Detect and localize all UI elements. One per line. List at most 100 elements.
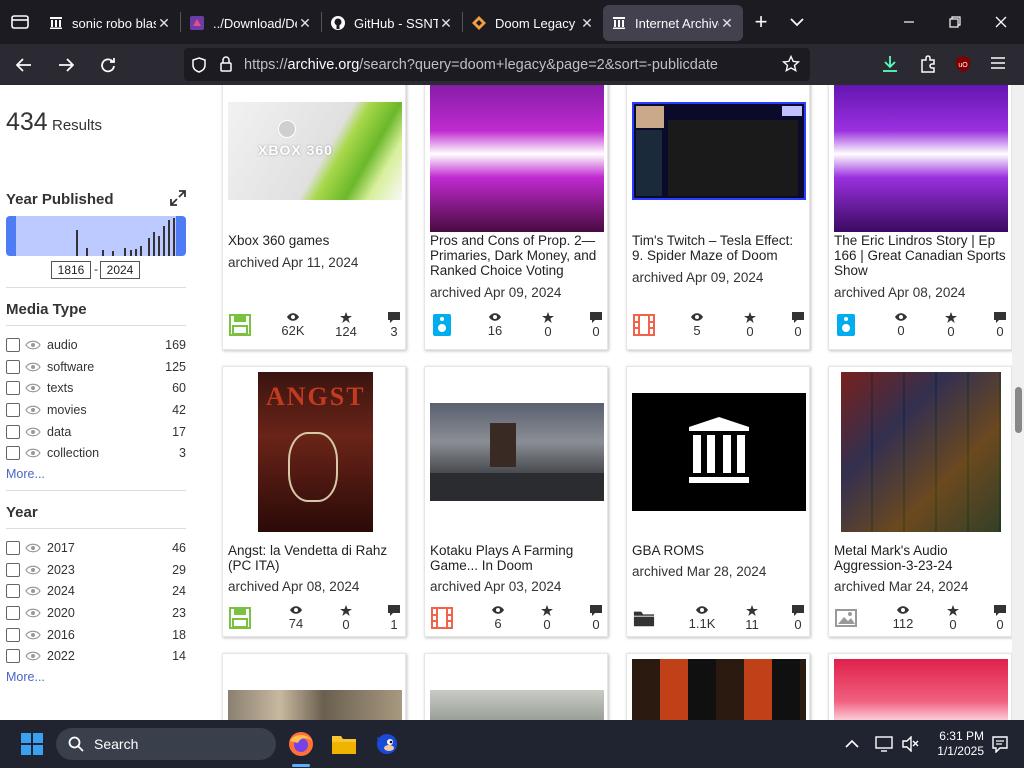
tab-close-icon[interactable]: ✕ <box>719 15 735 32</box>
facet-year-2022[interactable]: 2022 14 <box>6 646 186 666</box>
tab-4-active[interactable]: Internet Archive ✕ <box>603 5 743 41</box>
checkbox[interactable] <box>6 360 20 374</box>
tab-3[interactable]: Doom Legacy d ✕ <box>463 5 603 41</box>
checkbox[interactable] <box>6 649 20 663</box>
back-button[interactable] <box>6 49 42 81</box>
tile-thumbnail[interactable] <box>430 403 604 501</box>
checkbox[interactable] <box>6 381 20 395</box>
tile-thumbnail[interactable] <box>632 659 806 720</box>
result-tile[interactable]: Kotaku Plays A Farming Game... In Doom a… <box>424 366 608 637</box>
eye-icon[interactable] <box>25 339 41 351</box>
result-tile[interactable]: GBA ROMS archived Mar 28, 2024 1.1K 11 0 <box>626 366 810 637</box>
tile-title[interactable]: Kotaku Plays A Farming Game... In Doom <box>430 543 606 573</box>
result-tile[interactable] <box>828 653 1012 720</box>
tracking-shield-icon[interactable] <box>192 57 206 78</box>
year-histogram[interactable] <box>6 216 186 256</box>
tab-close-icon[interactable]: ✕ <box>438 15 454 32</box>
facet-year-2023[interactable]: 2023 29 <box>6 560 186 580</box>
result-tile[interactable]: The Eric Lindros Story | Ep 166 | Great … <box>828 85 1012 350</box>
forward-button[interactable] <box>48 49 84 81</box>
checkbox[interactable] <box>6 446 20 460</box>
eye-icon[interactable] <box>25 404 41 416</box>
more-years-link[interactable]: More... <box>6 670 45 684</box>
tile-thumbnail[interactable] <box>834 659 1008 720</box>
taskbar-firefox[interactable] <box>285 728 317 760</box>
tile-thumbnail[interactable] <box>430 85 604 232</box>
lock-icon[interactable] <box>220 56 232 77</box>
notifications-button[interactable] <box>984 728 1016 760</box>
new-tab-button[interactable]: + <box>743 4 779 40</box>
result-tile[interactable] <box>626 653 810 720</box>
show-hidden-icons-button[interactable] <box>836 728 868 760</box>
tab-close-icon[interactable]: ✕ <box>297 15 313 32</box>
expand-histogram-button[interactable] <box>170 190 186 211</box>
facet-mediatype-texts[interactable]: texts 60 <box>6 378 186 398</box>
scrollbar-thumb[interactable] <box>1015 387 1022 433</box>
restore-button[interactable] <box>932 0 978 44</box>
histogram-left-handle[interactable] <box>6 216 16 256</box>
facet-mediatype-data[interactable]: data 17 <box>6 422 186 442</box>
histogram-right-handle[interactable] <box>176 216 186 256</box>
tile-title[interactable]: Metal Mark's Audio Aggression-3-23-24 <box>834 543 1010 573</box>
year-from-input[interactable]: 1816 <box>51 261 91 279</box>
list-all-tabs-button[interactable] <box>779 4 815 40</box>
url-bar[interactable]: https://archive.org/search?query=doom+le… <box>184 48 810 81</box>
facet-mediatype-audio[interactable]: audio 169 <box>6 335 186 355</box>
facet-mediatype-software[interactable]: software 125 <box>6 357 186 377</box>
facet-year-2020[interactable]: 2020 23 <box>6 603 186 623</box>
url-text[interactable]: https://archive.org/search?query=doom+le… <box>244 57 718 73</box>
tile-thumbnail[interactable]: XBOX 360 <box>228 102 402 200</box>
bookmark-star-icon[interactable] <box>781 54 801 78</box>
tile-thumbnail[interactable] <box>632 102 806 200</box>
eye-icon[interactable] <box>25 629 41 641</box>
facet-mediatype-movies[interactable]: movies 42 <box>6 400 186 420</box>
close-window-button[interactable] <box>978 0 1024 44</box>
minimize-button[interactable] <box>886 0 932 44</box>
facet-year-2016[interactable]: 2016 18 <box>6 625 186 645</box>
tile-thumbnail[interactable] <box>834 85 1008 232</box>
facet-year-2024[interactable]: 2024 24 <box>6 581 186 601</box>
tile-thumbnail[interactable]: ANGST <box>258 372 373 532</box>
eye-icon[interactable] <box>25 650 41 662</box>
tile-title[interactable]: GBA ROMS <box>632 543 808 558</box>
taskbar-clock[interactable]: 6:31 PM 1/1/2025 <box>928 729 984 759</box>
checkbox[interactable] <box>6 584 20 598</box>
result-tile[interactable]: Tim's Twitch – Tesla Effect: 9. Spider M… <box>626 85 810 350</box>
start-button[interactable] <box>16 728 48 760</box>
eye-icon[interactable] <box>25 447 41 459</box>
eye-icon[interactable] <box>25 607 41 619</box>
result-tile[interactable]: ANGST Angst: la Vendetta di Rahz (PC ITA… <box>222 366 406 637</box>
eye-icon[interactable] <box>25 382 41 394</box>
tile-thumbnail[interactable] <box>430 690 604 720</box>
tile-thumbnail[interactable] <box>841 372 1001 532</box>
checkbox[interactable] <box>6 606 20 620</box>
ublock-origin-button[interactable]: uO <box>954 55 972 78</box>
result-tile[interactable]: XBOX 360 Xbox 360 games archived Apr 11,… <box>222 85 406 350</box>
tile-title[interactable]: The Eric Lindros Story | Ep 166 | Great … <box>834 233 1010 278</box>
firefox-view-button[interactable] <box>0 0 40 44</box>
downloads-button[interactable] <box>880 54 900 79</box>
taskbar-search[interactable]: Search <box>56 728 276 760</box>
result-tile[interactable] <box>222 653 406 720</box>
checkbox[interactable] <box>6 628 20 642</box>
result-tile[interactable]: Metal Mark's Audio Aggression-3-23-24 ar… <box>828 366 1012 637</box>
result-tile[interactable]: Pros and Cons of Prop. 2—Primaries, Dark… <box>424 85 608 350</box>
tab-1[interactable]: ../Download/De ✕ <box>181 5 321 41</box>
checkbox[interactable] <box>6 403 20 417</box>
tile-thumbnail[interactable] <box>228 690 402 720</box>
year-to-input[interactable]: 2024 <box>100 261 140 279</box>
result-tile[interactable] <box>424 653 608 720</box>
tile-title[interactable]: Angst: la Vendetta di Rahz (PC ITA) <box>228 543 404 573</box>
taskbar-file-explorer[interactable] <box>328 728 360 760</box>
app-menu-button[interactable] <box>990 56 1006 75</box>
eye-icon[interactable] <box>25 361 41 373</box>
tile-thumbnail[interactable] <box>632 393 806 511</box>
eye-icon[interactable] <box>25 585 41 597</box>
extensions-button[interactable] <box>918 54 938 79</box>
checkbox[interactable] <box>6 541 20 555</box>
eye-icon[interactable] <box>25 542 41 554</box>
volume-button[interactable] <box>894 728 926 760</box>
eye-icon[interactable] <box>25 564 41 576</box>
tile-title[interactable]: Tim's Twitch – Tesla Effect: 9. Spider M… <box>632 233 808 263</box>
more-mediatypes-link[interactable]: More... <box>6 467 45 481</box>
